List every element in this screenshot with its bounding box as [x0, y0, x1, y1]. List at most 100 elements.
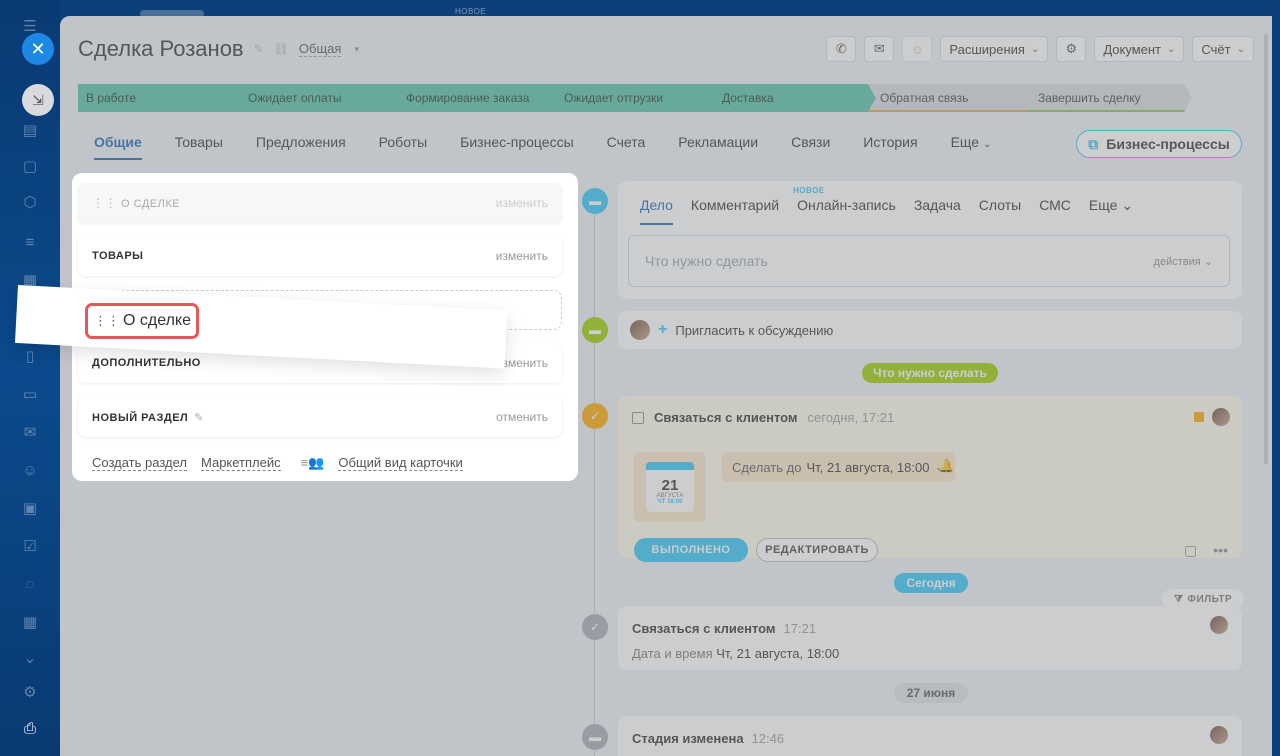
filter-icon[interactable]: ≡ [18, 230, 42, 254]
page-title: Сделка Розанов [78, 36, 244, 61]
tasks-icon[interactable]: ▤ [18, 118, 42, 142]
chat-icon: ☺ [910, 41, 924, 57]
mail-icon[interactable]: ✉ [18, 420, 42, 444]
edit-button[interactable]: РЕДАКТИРОВАТЬ [756, 538, 878, 562]
more-icon[interactable]: ••• [1213, 542, 1228, 559]
stage-bar: В работе Ожидает оплаты Формирование зак… [78, 84, 1192, 112]
collapse-button[interactable]: ⇲ [22, 84, 54, 116]
invite-card[interactable]: + Пригласить к обсуждению [618, 311, 1242, 349]
apps-icon[interactable]: ◌ [18, 572, 42, 596]
extensions-label: Расширения [949, 41, 1025, 57]
calendar-weekday: ЧТ 18:00 [657, 498, 683, 505]
printer-icon[interactable]: ⎙ [18, 716, 42, 740]
tab-history[interactable]: История [863, 134, 917, 160]
invoice-label: Счёт [1201, 41, 1231, 57]
color-marker[interactable] [1194, 412, 1204, 422]
document-button[interactable]: Документ ⌄ [1094, 36, 1185, 62]
done-button[interactable]: ВЫПОЛНЕНО [634, 538, 748, 562]
activity-tabs: НОВОЕ Дело Комментарий Онлайн-запись Зад… [618, 181, 1242, 225]
settings-icon[interactable]: ⚙ [18, 680, 42, 704]
drag-handle-icon[interactable]: ⋮⋮ [92, 196, 117, 210]
activity-tab-slots[interactable]: Слоты [979, 197, 1021, 225]
pencil-icon[interactable]: ✎ [194, 412, 204, 424]
top-strip-new-label: НОВОЕ [455, 7, 487, 16]
chevron-down-icon: ⌄ [1030, 43, 1040, 55]
flow-icon: ⧉ [1088, 135, 1099, 152]
link-icon[interactable]: ⛓ [274, 42, 289, 56]
tab-offers[interactable]: Предложения [256, 134, 346, 160]
sections-footer: Создать раздел Маркетплейс ≡👥 Общий вид … [92, 455, 463, 471]
stage-item[interactable]: Завершить сделку [1026, 84, 1192, 112]
tab-links[interactable]: Связи [791, 134, 830, 160]
invoice-button[interactable]: Счёт ⌄ [1192, 36, 1254, 62]
task-checkbox[interactable] [632, 411, 644, 424]
stage-item[interactable]: Ожидает оплаты [236, 84, 402, 112]
tab-general[interactable]: Общие [94, 134, 142, 160]
note-icon[interactable]: ▢ [1184, 542, 1197, 559]
stage-item[interactable]: Доставка [710, 84, 876, 112]
document-icon[interactable]: ▯ [18, 344, 42, 368]
stage-item[interactable]: Ожидает отгрузки [552, 84, 718, 112]
create-section-link[interactable]: Создать раздел [92, 455, 187, 471]
tab-business-processes[interactable]: Бизнес-процессы [460, 134, 573, 160]
phone-button[interactable]: ✆ [826, 36, 857, 62]
hexagon-icon[interactable]: ⬡ [18, 190, 42, 214]
dragging-section-label[interactable]: ⋮⋮ О сделке [85, 303, 199, 339]
drag-handle-icon: ⋮⋮ [94, 313, 120, 328]
bell-icon[interactable]: 🔔 [938, 458, 954, 474]
tab-invoices[interactable]: Счета [607, 134, 646, 160]
history-title: Стадия изменена [632, 731, 744, 746]
section-edit-link[interactable]: изменить [496, 249, 548, 263]
section-edit-link[interactable]: изменить [496, 196, 548, 210]
activity-tab-task[interactable]: Задача [914, 197, 961, 225]
activity-tab-deal[interactable]: Дело [640, 197, 673, 225]
settings-button[interactable]: ⚙ [1056, 36, 1087, 62]
tab-more-label: Еще [950, 134, 980, 150]
extensions-button[interactable]: Расширения ⌄ [940, 36, 1049, 62]
scrollbar[interactable] [1264, 34, 1268, 464]
marketplace-link[interactable]: Маркетплейс [200, 455, 281, 471]
close-button[interactable]: ✕ [22, 33, 54, 65]
activity-editor: НОВОЕ Дело Комментарий Онлайн-запись Зад… [618, 181, 1242, 299]
stage-item[interactable]: Формирование заказа [394, 84, 560, 112]
pencil-icon[interactable]: ✎ [254, 42, 264, 56]
gear-icon: ⚙ [1065, 41, 1078, 56]
actions-dropdown[interactable]: действия ⌄ [1154, 255, 1213, 268]
chevron-down-icon: ▾ [354, 43, 359, 54]
card-view-link[interactable]: Общий вид карточки [338, 455, 463, 471]
tab-claims[interactable]: Рекламации [678, 134, 758, 160]
activity-tab-sms[interactable]: СМС [1039, 197, 1071, 225]
category-select[interactable]: Общая [298, 41, 342, 57]
tab-robots[interactable]: Роботы [379, 134, 427, 160]
history-title: Связаться с клиентом [632, 621, 776, 636]
actions-label: действия [1153, 255, 1201, 268]
contacts-icon[interactable]: ☺ [18, 458, 42, 482]
card-icon[interactable]: ▭ [18, 382, 42, 406]
filter-label: ФИЛЬТР [1187, 593, 1233, 605]
tab-products[interactable]: Товары [175, 134, 223, 160]
activity-tab-booking[interactable]: Онлайн-запись [797, 197, 896, 225]
phone-icon: ✆ [835, 41, 847, 56]
todo-input[interactable]: Что нужно сделать действия ⌄ [628, 235, 1230, 287]
task-card: Связаться с клиентом сегодня, 17:21 21 А… [618, 396, 1242, 562]
chat-button[interactable]: ☺ [902, 36, 933, 62]
grid-icon[interactable]: ▦ [18, 610, 42, 634]
section-cancel-link[interactable]: отменить [496, 410, 548, 424]
deal-tabs: Общие Товары Предложения Роботы Бизнес-п… [94, 134, 1024, 160]
email-button[interactable]: ✉ [864, 36, 895, 62]
checkbox-icon[interactable]: ☑ [18, 534, 42, 558]
task-title[interactable]: Связаться с клиентом [654, 410, 798, 425]
chevron-down-icon: ⌄ [983, 139, 992, 150]
chevron-icon[interactable]: ⌄ [18, 646, 42, 670]
due-date-selector[interactable]: Сделать до Чт, 21 августа, 18:00 ⌄ [722, 452, 956, 482]
chat-icon[interactable]: ▢ [18, 154, 42, 178]
stage-item[interactable]: В работе [78, 84, 244, 112]
report-icon[interactable]: ▣ [18, 496, 42, 520]
history-line-value: Чт, 21 августа, 18:00 [716, 646, 840, 661]
activity-tab-more[interactable]: Еще ⌄ [1089, 197, 1133, 225]
avatar[interactable] [1212, 408, 1230, 426]
tab-more[interactable]: Еще ⌄ [951, 134, 992, 160]
business-process-button[interactable]: ⧉ Бизнес-процессы [1076, 130, 1242, 158]
stage-item[interactable]: Обратная связь [868, 84, 1034, 112]
activity-tab-comment[interactable]: Комментарий [691, 197, 779, 225]
